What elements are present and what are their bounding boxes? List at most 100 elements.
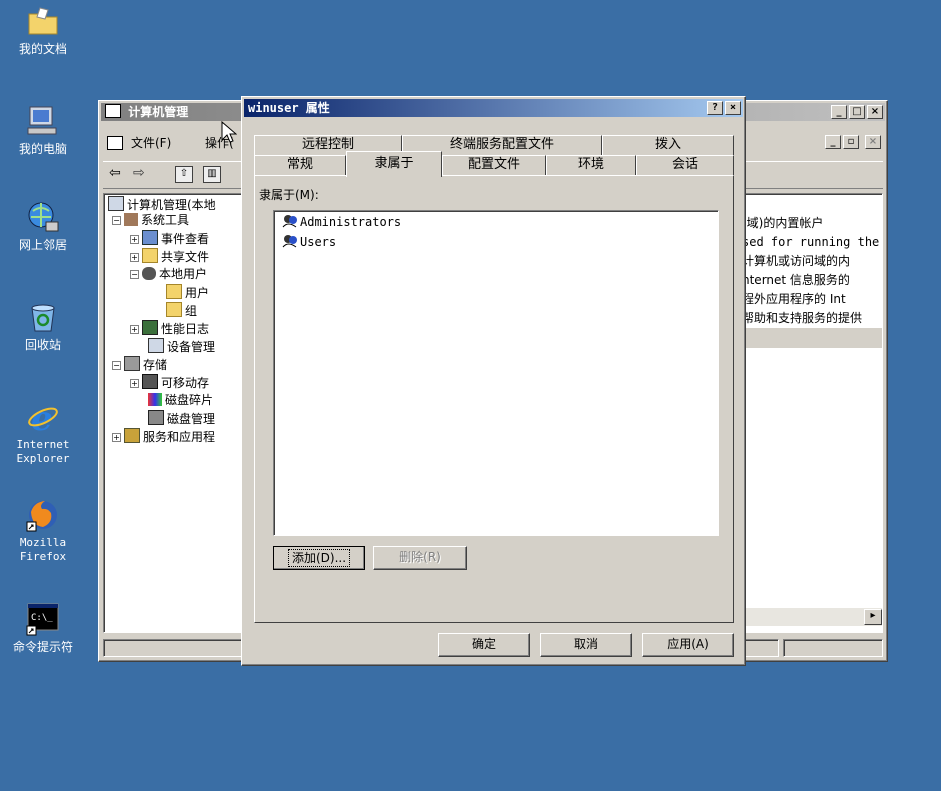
ok-button[interactable]: 确定 xyxy=(438,633,530,657)
tree-node-defragmenter[interactable]: 磁盘碎片 xyxy=(148,392,213,408)
tree-pane[interactable]: 计算机管理(本地 − 系统工具 + 事件查看 + 共享文件 − 本地用户 用户 组 + 性… xyxy=(103,193,246,633)
folder-icon xyxy=(26,4,60,38)
tree-label: 组 xyxy=(185,304,198,318)
help-button[interactable]: ? xyxy=(707,101,723,115)
expand-icon[interactable]: + xyxy=(112,433,121,442)
desktop-icon-firefox[interactable]: Mozilla Firefox xyxy=(0,498,86,564)
horizontal-scrollbar[interactable]: ▸ xyxy=(742,608,882,626)
expand-icon[interactable]: + xyxy=(130,235,139,244)
user-properties-dialog[interactable]: winuser 属性 ? × 远程控制 终端服务配置文件 拨入 常规 隶属于 配… xyxy=(241,96,746,666)
menu-file[interactable]: 文件(F) xyxy=(131,133,171,153)
tree-node-users[interactable]: 用户 xyxy=(166,284,209,301)
dialog-close-button[interactable]: × xyxy=(725,101,741,115)
mgmt-title: 计算机管理 xyxy=(128,105,189,119)
member-of-list[interactable]: Administrators Users xyxy=(273,210,719,536)
member-of-label: 隶属于(M): xyxy=(259,188,319,202)
selected-row-highlight xyxy=(742,328,882,348)
computer-icon xyxy=(26,104,60,138)
services-icon xyxy=(124,428,140,443)
collapse-icon[interactable]: − xyxy=(112,361,121,370)
group-icon xyxy=(282,214,298,228)
member-name: Administrators xyxy=(300,215,402,229)
tree-label: 磁盘管理 xyxy=(167,412,216,426)
mgmt-maximize-button[interactable]: □ xyxy=(849,105,865,119)
tree-node-shared-folders[interactable]: + 共享文件 xyxy=(130,248,209,265)
mgmt-minimize-button[interactable]: _ xyxy=(831,105,847,119)
mgmt-title-icon xyxy=(105,104,121,118)
forward-arrow-icon[interactable]: ⇨ xyxy=(133,165,145,181)
desktop-icon-label: 回收站 xyxy=(24,338,61,352)
scroll-right-icon[interactable]: ▸ xyxy=(864,609,882,625)
tree-node-local-users[interactable]: − 本地用户 xyxy=(130,266,207,282)
description-text: 程外应用程序的 Int xyxy=(742,292,846,306)
list-item[interactable]: Administrators xyxy=(282,213,401,231)
tree-label: 事件查看 xyxy=(161,232,210,246)
defrag-icon xyxy=(148,393,162,406)
shared-folder-icon xyxy=(142,248,158,263)
tree-node-device-manager[interactable]: 设备管理 xyxy=(148,338,215,355)
list-item[interactable]: Users xyxy=(282,233,336,251)
desktop-icon-network[interactable]: 网上邻居 xyxy=(0,200,86,252)
tree-node-services-apps[interactable]: + 服务和应用程 xyxy=(112,428,215,445)
expand-icon[interactable]: + xyxy=(130,379,139,388)
mouse-cursor-icon xyxy=(221,120,238,148)
status-panel xyxy=(743,639,779,657)
desktop-icon-internet-explorer[interactable]: e Internet Explorer xyxy=(0,399,86,466)
desktop-icon-label: 我的电脑 xyxy=(18,142,67,156)
desktop-icon-recycle-bin[interactable]: 回收站 xyxy=(0,300,86,352)
tab-general[interactable]: 常规 xyxy=(254,155,346,175)
description-text: sed for running the xyxy=(742,235,880,249)
status-panel xyxy=(783,639,883,657)
expand-icon[interactable]: + xyxy=(130,325,139,334)
mdi-restore-button[interactable]: ▫ xyxy=(843,135,859,149)
svg-text:e: e xyxy=(31,400,53,434)
tab-dial-in[interactable]: 拨入 xyxy=(602,135,734,155)
up-folder-icon[interactable]: ⇧ xyxy=(175,166,193,183)
mdi-minimize-button[interactable]: _ xyxy=(825,135,841,149)
member-name: Users xyxy=(300,235,337,249)
add-button[interactable]: 添加(D)... xyxy=(273,546,365,570)
desktop-icon-label-line1: Internet xyxy=(16,438,70,451)
tree-node-root[interactable]: 计算机管理(本地 xyxy=(108,196,216,213)
dialog-title: winuser 属性 xyxy=(248,101,330,115)
tree-node-event-viewer[interactable]: + 事件查看 xyxy=(130,230,209,247)
tree-node-performance-logs[interactable]: + 性能日志 xyxy=(130,320,209,337)
tree-node-system-tools[interactable]: − 系统工具 xyxy=(112,212,189,228)
tree-label: 共享文件 xyxy=(161,250,210,264)
device-manager-icon xyxy=(148,338,164,353)
disk-management-icon xyxy=(148,410,164,425)
desktop-icon-label-line2: Firefox xyxy=(19,550,67,563)
collapse-icon[interactable]: − xyxy=(130,270,139,279)
tab-member-of[interactable]: 隶属于 xyxy=(346,151,442,177)
command-prompt-icon: C:\_ xyxy=(26,602,60,636)
tree-label: 服务和应用程 xyxy=(143,430,216,444)
add-button-label: 添加(D)... xyxy=(287,549,351,567)
tree-node-groups[interactable]: 组 xyxy=(166,302,197,319)
mgmt-close-button[interactable]: × xyxy=(867,105,883,119)
description-text: 计算机或访问域的内 xyxy=(742,254,851,268)
apply-button[interactable]: 应用(A) xyxy=(642,633,734,657)
desktop-icon-label: 命令提示符 xyxy=(12,640,73,654)
back-arrow-icon[interactable]: ⇦ xyxy=(109,165,121,181)
storage-icon xyxy=(124,356,140,371)
desktop-icon-my-documents[interactable]: 我的文档 xyxy=(0,4,86,56)
tree-node-disk-management[interactable]: 磁盘管理 xyxy=(148,410,215,427)
collapse-icon[interactable]: − xyxy=(112,216,121,225)
desktop-icon-command-prompt[interactable]: C:\_ 命令提示符 xyxy=(0,602,86,654)
cancel-button[interactable]: 取消 xyxy=(540,633,632,657)
dialog-titlebar[interactable]: winuser 属性 ? × xyxy=(244,99,743,117)
tab-profile[interactable]: 配置文件 xyxy=(442,155,546,175)
recycle-bin-icon xyxy=(26,300,60,334)
desktop-icon-label: 我的文档 xyxy=(18,42,67,56)
network-icon xyxy=(26,200,60,234)
group-icon xyxy=(282,234,298,248)
tree-node-storage[interactable]: − 存储 xyxy=(112,356,167,373)
show-tree-icon[interactable]: ▥ xyxy=(203,166,221,183)
firefox-icon xyxy=(26,498,60,532)
tools-icon xyxy=(124,213,138,226)
tab-sessions[interactable]: 会话 xyxy=(636,155,734,175)
desktop-icon-my-computer[interactable]: 我的电脑 xyxy=(0,104,86,156)
tab-environment[interactable]: 环境 xyxy=(546,155,636,175)
tree-node-removable-storage[interactable]: + 可移动存 xyxy=(130,374,209,391)
expand-icon[interactable]: + xyxy=(130,253,139,262)
